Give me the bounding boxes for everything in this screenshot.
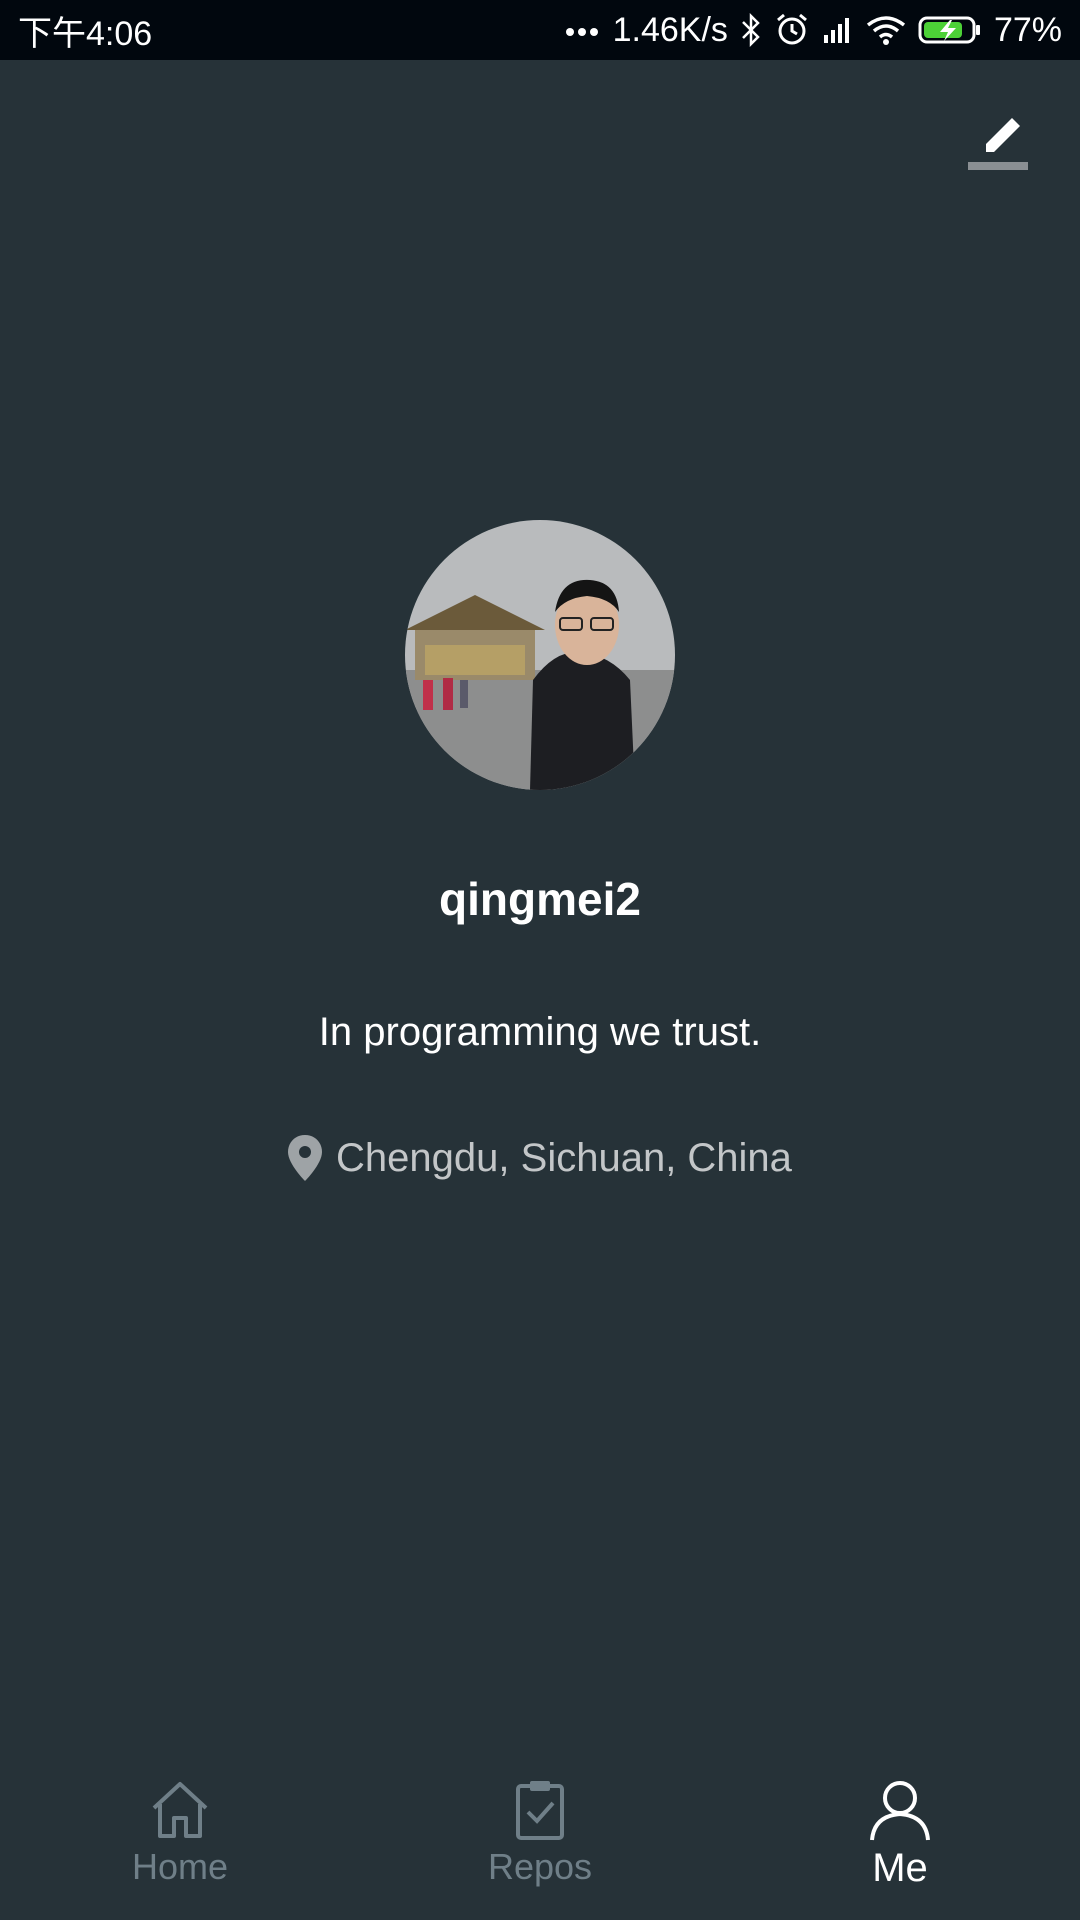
avatar	[405, 520, 675, 790]
location-pin-icon	[288, 1135, 323, 1181]
bottom-navigation: Home Repos Me	[0, 1760, 1080, 1920]
wifi-icon	[866, 15, 906, 45]
nav-me[interactable]: Me	[720, 1760, 1080, 1920]
edit-icon	[968, 118, 1028, 170]
status-bar: 下午4:06 1.46K/s 77%	[0, 0, 1080, 60]
bluetooth-icon	[740, 13, 762, 47]
edit-profile-button[interactable]	[960, 100, 1040, 180]
signal-icon	[822, 15, 854, 45]
person-icon	[870, 1781, 930, 1841]
alarm-icon	[774, 12, 810, 48]
bio: In programming we trust.	[318, 1010, 762, 1054]
profile-screen: 下午4:06 1.46K/s 77% qingmei2 In programmi…	[0, 0, 1080, 1920]
nav-home-label: Home	[131, 1846, 229, 1887]
nav-home[interactable]: Home	[0, 1760, 360, 1920]
status-icons: 1.46K/s 77%	[565, 11, 1062, 50]
battery-percent: 77%	[993, 10, 1062, 49]
network-speed: 1.46K/s	[612, 10, 728, 49]
clipboard-check-icon	[516, 1781, 564, 1840]
nav-me-label: Me	[872, 1846, 928, 1890]
location-row: Chengdu, Sichuan, China	[0, 1135, 1080, 1181]
location-text: Chengdu, Sichuan, China	[336, 1135, 792, 1180]
battery-icon	[918, 15, 982, 45]
username: qingmei2	[439, 873, 641, 925]
status-time: 下午4:06	[18, 14, 153, 53]
home-icon	[152, 1782, 208, 1838]
more-dots-icon	[565, 24, 601, 36]
nav-repos-label: Repos	[487, 1846, 593, 1887]
nav-repos[interactable]: Repos	[360, 1760, 720, 1920]
